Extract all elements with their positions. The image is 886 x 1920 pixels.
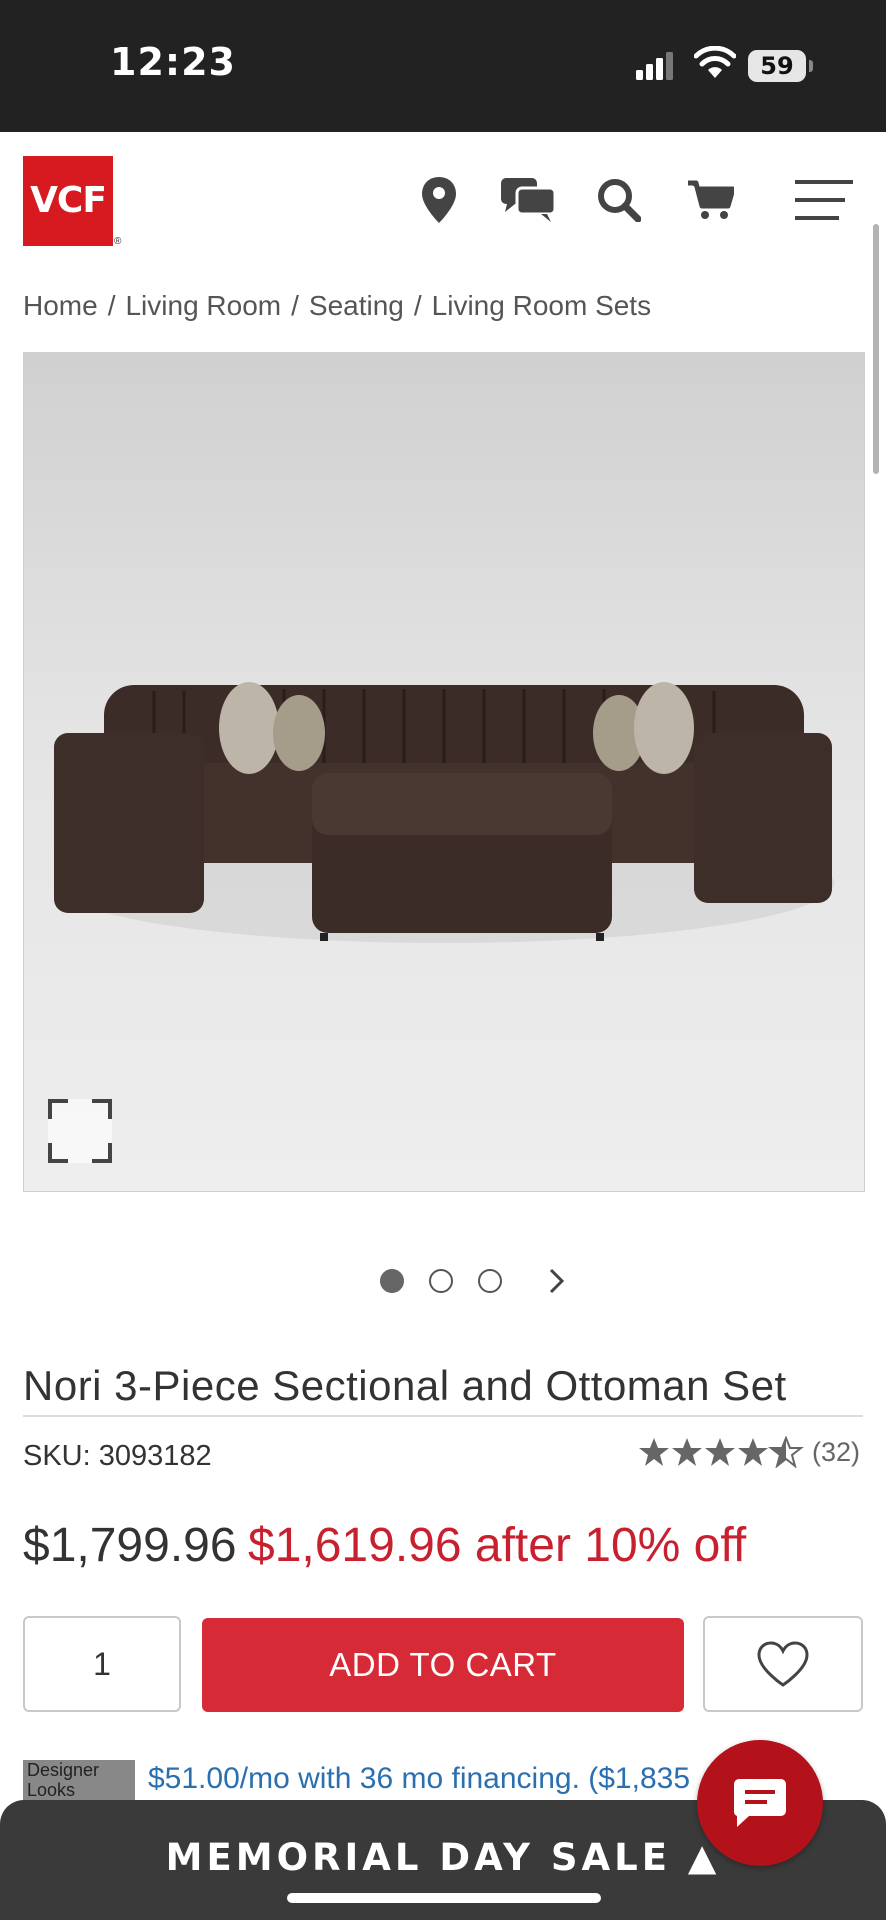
- heart-icon: [757, 1641, 809, 1687]
- image-carousel-indicators: [380, 1266, 567, 1296]
- cellular-signal-icon: [636, 52, 673, 80]
- menu-icon[interactable]: [794, 170, 854, 230]
- breadcrumb-separator: /: [291, 290, 299, 321]
- regular-price: $1,799.96: [23, 1519, 237, 1572]
- carousel-dot-2[interactable]: [429, 1269, 453, 1293]
- breadcrumb-living-room[interactable]: Living Room: [125, 290, 281, 321]
- product-title: Nori 3-Piece Sectional and Ottoman Set: [23, 1362, 787, 1409]
- status-bar: 12:23 59: [0, 0, 886, 132]
- chevron-right-icon[interactable]: [547, 1266, 567, 1296]
- fullscreen-expand-icon[interactable]: [48, 1099, 112, 1163]
- financing-partner-logo: Designer Looks: [23, 1760, 135, 1800]
- add-to-cart-button[interactable]: ADD TO CART: [202, 1618, 684, 1712]
- carousel-dot-3[interactable]: [478, 1269, 502, 1293]
- financing-offer-link[interactable]: $51.00/mo with 36 mo financing. ($1,835: [148, 1762, 708, 1796]
- breadcrumb-seating[interactable]: Seating: [309, 290, 404, 321]
- quantity-input[interactable]: 1: [23, 1616, 181, 1712]
- home-indicator: [287, 1893, 601, 1903]
- carousel-dot-1[interactable]: [380, 1269, 404, 1293]
- sectional-sofa-illustration: [54, 682, 834, 943]
- product-sku: SKU: 3093182: [23, 1440, 212, 1472]
- breadcrumb-separator: /: [107, 290, 116, 321]
- chat-icon[interactable]: [500, 170, 556, 230]
- registered-mark: ®: [114, 236, 122, 247]
- live-chat-button[interactable]: [697, 1740, 823, 1866]
- breadcrumb-separator: /: [413, 290, 422, 321]
- wifi-icon: [694, 46, 736, 78]
- breadcrumb-home[interactable]: Home: [23, 290, 98, 321]
- product-rating[interactable]: (32): [638, 1436, 860, 1468]
- chat-bubble-icon: [733, 1779, 786, 1827]
- breadcrumb: Home / Living Room / Seating / Living Room Set…: [23, 290, 651, 322]
- battery-tip: [809, 60, 813, 72]
- battery-indicator: 59: [748, 50, 806, 82]
- wishlist-button[interactable]: [703, 1616, 863, 1712]
- vcf-logo[interactable]: VCF: [23, 156, 113, 246]
- product-image[interactable]: [23, 352, 865, 1192]
- review-count[interactable]: (32): [812, 1437, 860, 1468]
- cart-icon[interactable]: [686, 170, 736, 230]
- breadcrumb-living-room-sets[interactable]: Living Room Sets: [432, 290, 651, 321]
- status-time: 12:23: [110, 40, 236, 84]
- search-icon[interactable]: [594, 170, 644, 230]
- page-scrollbar[interactable]: [873, 224, 879, 474]
- sale-price: $1,619.96 after 10% off: [248, 1519, 747, 1572]
- divider: [23, 1415, 863, 1417]
- location-icon[interactable]: [414, 170, 464, 230]
- star-rating-icon: [639, 1436, 804, 1468]
